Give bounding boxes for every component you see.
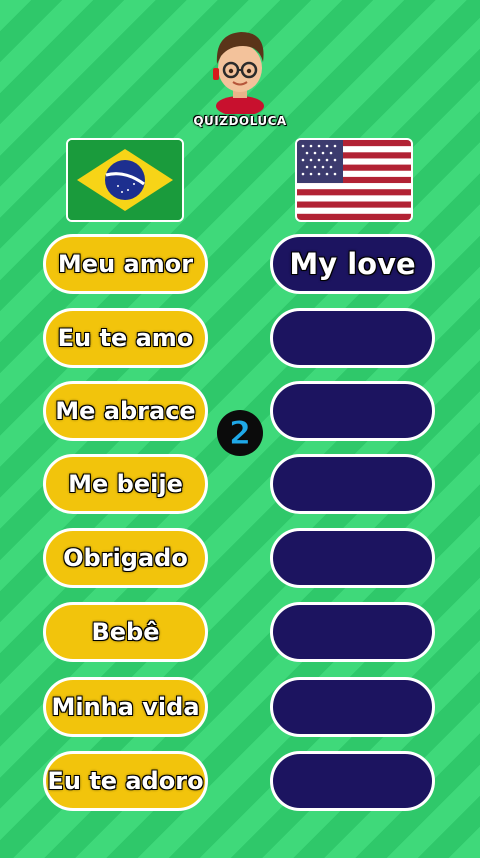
pt-word-7[interactable]: Minha vida — [43, 677, 208, 737]
pt-word-label: Me beije — [68, 470, 183, 498]
en-answer-2[interactable] — [270, 308, 435, 368]
pt-word-6[interactable]: Bebê — [43, 602, 208, 662]
en-answer-5[interactable] — [270, 528, 435, 588]
pt-word-label: Minha vida — [51, 693, 200, 721]
en-answer-6[interactable] — [270, 602, 435, 662]
pt-word-label: Meu amor — [57, 250, 194, 278]
pt-word-label: Eu te amo — [57, 324, 194, 352]
en-answer-8[interactable] — [270, 751, 435, 811]
pt-word-4[interactable]: Me beije — [43, 454, 208, 514]
en-answer-1[interactable]: My love — [270, 234, 435, 294]
pt-word-2[interactable]: Eu te amo — [43, 308, 208, 368]
pt-word-8[interactable]: Eu te adoro — [43, 751, 208, 811]
brazil-flag-icon — [66, 138, 184, 222]
en-answer-label: My love — [289, 247, 416, 281]
usa-flag-icon — [295, 138, 413, 222]
pt-word-label: Bebê — [91, 618, 160, 646]
pt-word-1[interactable]: Meu amor — [43, 234, 208, 294]
pt-word-label: Eu te adoro — [47, 767, 204, 795]
pt-word-5[interactable]: Obrigado — [43, 528, 208, 588]
en-answer-3[interactable] — [270, 381, 435, 441]
channel-name: QUIZDOLUCA — [193, 114, 287, 128]
pt-word-label: Me abrace — [55, 397, 196, 425]
countdown-timer: 2 — [217, 410, 263, 456]
pt-word-label: Obrigado — [63, 544, 188, 572]
pt-word-3[interactable]: Me abrace — [43, 381, 208, 441]
en-answer-7[interactable] — [270, 677, 435, 737]
en-answer-4[interactable] — [270, 454, 435, 514]
avatar — [213, 32, 264, 114]
timer-value: 2 — [229, 414, 251, 452]
